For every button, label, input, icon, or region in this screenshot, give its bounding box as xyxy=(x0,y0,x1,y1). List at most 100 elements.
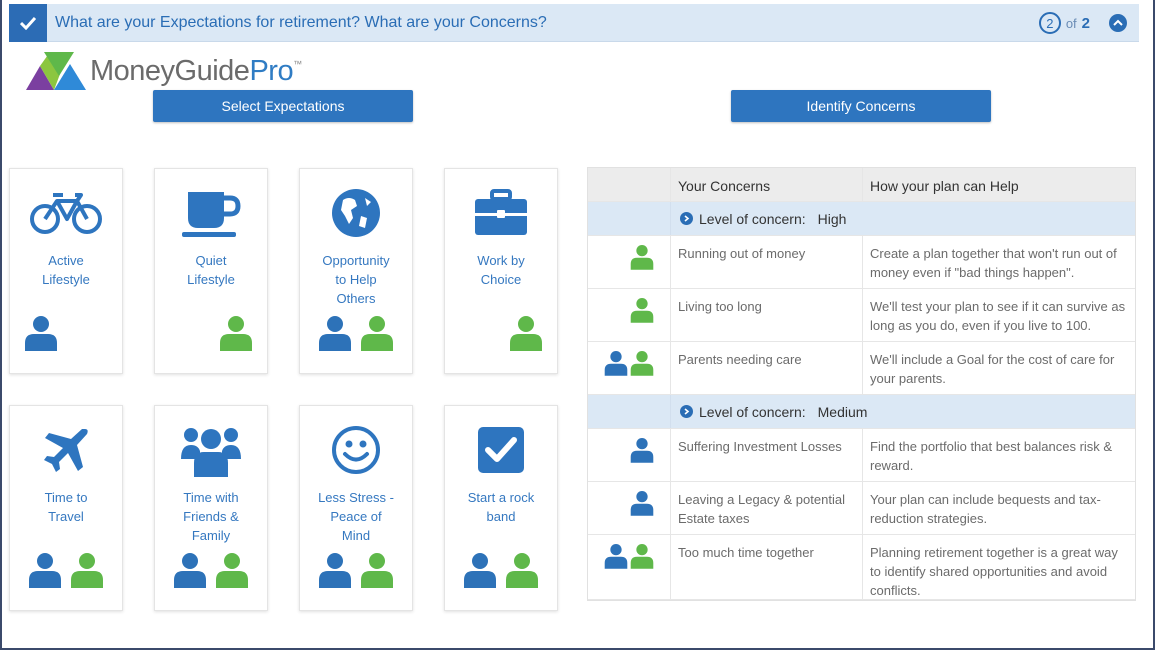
concern-people xyxy=(588,535,671,599)
logo-wordmark: MoneyGuidePro™ xyxy=(90,55,302,88)
concern-row[interactable]: Leaving a Legacy & potential Estate taxe… xyxy=(588,482,1135,535)
briefcase-icon xyxy=(445,187,557,239)
concern-text: Running out of money xyxy=(671,236,863,288)
help-text: Create a plan together that won't run ou… xyxy=(870,246,1117,280)
expectation-label: Opportunity to Help Others xyxy=(322,253,390,306)
person-blue-icon xyxy=(604,351,628,376)
concern-row[interactable]: Too much time together Planning retireme… xyxy=(588,535,1135,600)
expectation-card[interactable]: Time with Friends & Family xyxy=(154,405,268,611)
concern-text: Suffering Investment Losses xyxy=(671,429,863,481)
group-icon xyxy=(155,424,267,477)
expectation-label: Work by Choice xyxy=(477,253,525,287)
person-green-icon xyxy=(630,298,654,323)
expectation-selected-people xyxy=(300,315,412,351)
person-blue-icon xyxy=(630,491,654,516)
expectation-label: Time to Travel xyxy=(44,490,88,524)
concern-text: Too much time together xyxy=(671,535,863,599)
concern-row[interactable]: Living too long We'll test your plan to … xyxy=(588,289,1135,342)
help-text: Planning retirement together is a great … xyxy=(870,545,1118,598)
section-checkbox[interactable] xyxy=(9,4,47,42)
expectation-selected-people xyxy=(155,552,267,588)
concern-people xyxy=(588,289,671,341)
chevron-up-icon xyxy=(1113,19,1123,26)
concern-level-header[interactable]: Level of concern: High xyxy=(588,202,1135,236)
person-blue-icon xyxy=(319,316,351,351)
expectation-selected-people xyxy=(10,552,122,588)
concern-people xyxy=(588,482,671,534)
expectation-selected-people xyxy=(445,315,557,351)
expectation-label: Less Stress - Peace of Mind xyxy=(318,490,394,543)
person-green-icon xyxy=(630,351,654,376)
person-green-icon xyxy=(506,553,538,588)
expectation-card[interactable]: Active Lifestyle xyxy=(9,168,123,374)
expectation-selected-people xyxy=(10,315,122,351)
help-text: Your plan can include bequests and tax-r… xyxy=(870,492,1101,526)
person-green-icon xyxy=(361,316,393,351)
person-blue-icon xyxy=(630,438,654,463)
pager: 2 of 2 xyxy=(1038,12,1127,34)
concern-row[interactable]: Suffering Investment Losses Find the por… xyxy=(588,429,1135,482)
expectation-label: Start a rock band xyxy=(467,490,535,524)
concerns-table-body: Level of concern: High Running out of mo… xyxy=(588,202,1135,600)
help-text: Find the portfolio that best balances ri… xyxy=(870,439,1113,473)
expectation-card[interactable]: Work by Choice xyxy=(444,168,558,374)
person-green-icon xyxy=(220,316,252,351)
expectation-selected-people xyxy=(155,315,267,351)
level-label: Level of concern: High xyxy=(671,211,846,227)
expectation-label: Active Lifestyle xyxy=(42,253,90,287)
airplane-icon xyxy=(10,424,122,476)
logo-text-pro: Pro xyxy=(249,54,294,87)
moneyguidepro-logo: MoneyGuidePro™ xyxy=(26,50,302,92)
select-expectations-button[interactable]: Select Expectations xyxy=(153,90,413,122)
person-green-icon xyxy=(361,553,393,588)
collapse-circle-icon xyxy=(680,212,693,225)
expectation-card[interactable]: Opportunity to Help Others xyxy=(299,168,413,374)
concern-text: Parents needing care xyxy=(671,342,863,394)
person-blue-icon xyxy=(604,544,628,569)
concern-row[interactable]: Running out of money Create a plan toget… xyxy=(588,236,1135,289)
expectation-label: Time with Friends & Family xyxy=(183,490,239,543)
person-blue-icon xyxy=(174,553,206,588)
coffee-cup-icon xyxy=(155,187,267,239)
person-blue-icon xyxy=(319,553,351,588)
expectation-selected-people xyxy=(300,552,412,588)
person-green-icon xyxy=(216,553,248,588)
logo-trademark: ™ xyxy=(293,58,302,69)
concern-row[interactable]: Parents needing care We'll include a Goa… xyxy=(588,342,1135,395)
concern-people xyxy=(588,342,671,394)
concern-level-header[interactable]: Level of concern: Medium xyxy=(588,395,1135,429)
expectation-selected-people xyxy=(445,552,557,588)
level-value: Medium xyxy=(817,403,868,420)
current-page-indicator: 2 xyxy=(1038,12,1061,34)
person-green-icon xyxy=(630,544,654,569)
collapse-button[interactable] xyxy=(1109,14,1127,32)
expectation-card[interactable]: Less Stress - Peace of Mind xyxy=(299,405,413,611)
expectation-card[interactable]: Quiet Lifestyle xyxy=(154,168,268,374)
person-blue-icon xyxy=(25,316,57,351)
person-green-icon xyxy=(630,245,654,270)
concern-people xyxy=(588,429,671,481)
identify-concerns-button[interactable]: Identify Concerns xyxy=(731,90,991,122)
help-text: We'll test your plan to see if it can su… xyxy=(870,299,1126,333)
checkmark-icon xyxy=(20,16,36,30)
globe-icon xyxy=(300,187,412,239)
expectation-card[interactable]: Start a rock band xyxy=(444,405,558,611)
header-icon-cell xyxy=(588,168,671,201)
header-how-plan-helps: How your plan can Help xyxy=(870,178,1019,194)
logo-text-moneyguide: MoneyGuide xyxy=(90,54,250,87)
person-blue-icon xyxy=(29,553,61,588)
expectation-label: Quiet Lifestyle xyxy=(187,253,235,287)
level-label: Level of concern: Medium xyxy=(671,404,867,420)
expectation-card[interactable]: Time to Travel xyxy=(9,405,123,611)
header-your-concerns: Your Concerns xyxy=(671,168,863,201)
concerns-table: Your Concerns How your plan can Help Lev… xyxy=(587,167,1136,601)
level-prefix: Level of concern: xyxy=(699,403,806,420)
collapse-circle-icon xyxy=(680,405,693,418)
person-green-icon xyxy=(71,553,103,588)
section-title: What are your Expectations for retiremen… xyxy=(55,14,547,31)
checkbox-icon xyxy=(445,424,557,476)
concern-people xyxy=(588,236,671,288)
logo-mark-icon xyxy=(26,52,86,90)
concern-text: Leaving a Legacy & potential Estate taxe… xyxy=(671,482,863,534)
concern-text: Living too long xyxy=(671,289,863,341)
